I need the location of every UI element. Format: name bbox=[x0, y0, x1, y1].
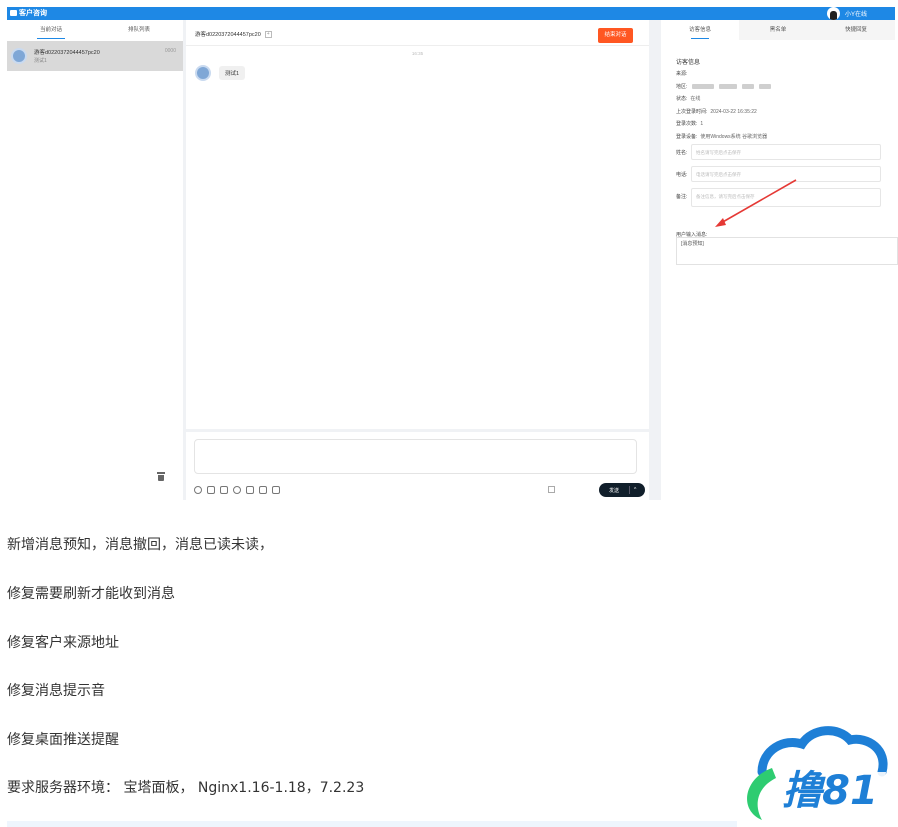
chat-panel: 游客d0220372044457pc20 + 结束对话 16:35 测试1 bbox=[186, 20, 649, 429]
conversation-visitor-name: 游客d0220372044457pc20 bbox=[34, 50, 100, 56]
site-logo: 撸81 bbox=[747, 726, 888, 820]
trash-lid bbox=[157, 472, 165, 474]
link-icon[interactable] bbox=[246, 486, 254, 494]
star-icon[interactable] bbox=[259, 486, 267, 494]
chat-visitor-name-text: 游客d0220372044457pc20 bbox=[195, 32, 261, 38]
changelog-line: 修复客户来源地址 bbox=[7, 635, 119, 651]
chat-app-window: 客户咨询 小Y在线 当前对话 排队列表 游客d0220372044457pc20… bbox=[7, 7, 898, 500]
trash-can bbox=[158, 475, 164, 481]
conversation-time: 0000 bbox=[164, 48, 176, 54]
chat-visitor-name: 游客d0220372044457pc20 + bbox=[195, 30, 272, 39]
user-input-preview: [消息预知] bbox=[676, 237, 898, 265]
screenshot-icon[interactable] bbox=[548, 486, 555, 493]
emoji-icon[interactable] bbox=[194, 486, 202, 494]
visitor-avatar bbox=[11, 48, 27, 64]
server-requirements: 要求服务器环境： 宝塔面板， Nginx1.16-1.18，7.2.23 bbox=[7, 780, 365, 796]
message-input[interactable] bbox=[194, 439, 637, 474]
image-icon[interactable] bbox=[207, 486, 215, 494]
add-icon[interactable]: + bbox=[264, 31, 272, 39]
message-row: 测试1 bbox=[195, 65, 246, 81]
chat-bubble-icon bbox=[10, 10, 17, 17]
message-composer: 发送 ^ bbox=[186, 432, 649, 500]
agent-name: 小Y在线 bbox=[844, 12, 867, 18]
content-divider bbox=[7, 821, 737, 827]
app-title: 客户咨询 bbox=[10, 8, 47, 19]
logo-cloud bbox=[757, 726, 888, 777]
app-topbar: 客户咨询 小Y在线 bbox=[7, 7, 895, 20]
conversation-item[interactable]: 游客d0220372044457pc20 测试1 0000 bbox=[7, 41, 183, 71]
chat-header: 游客d0220372044457pc20 + 结束对话 bbox=[186, 20, 649, 46]
visitor-info-panel: 访客信息 黑名单 快捷回复 访客信息 来源: 地区: 状态: 在线 上次登录时间:… bbox=[661, 20, 898, 500]
chevron-up-icon[interactable]: ^ bbox=[634, 487, 636, 493]
file-upload-icon[interactable] bbox=[220, 486, 228, 494]
arrow-shaft bbox=[720, 179, 797, 224]
message-bubble: 测试1 bbox=[219, 66, 246, 80]
changelog-line: 修复需要刷新才能收到消息 bbox=[7, 586, 175, 602]
conversation-list-panel: 当前对话 排队列表 游客d0220372044457pc20 测试1 0000 bbox=[7, 20, 183, 500]
send-label: 发送 bbox=[608, 487, 619, 494]
send-divider bbox=[629, 486, 630, 494]
trash-icon[interactable] bbox=[157, 472, 165, 481]
app-title-text: 客户咨询 bbox=[19, 10, 47, 17]
logo-text: 撸81 bbox=[782, 768, 878, 814]
send-button[interactable]: 发送 ^ bbox=[599, 483, 645, 497]
composer-toolbar bbox=[194, 486, 280, 494]
message-timestamp: 16:35 bbox=[411, 51, 424, 56]
book-icon[interactable] bbox=[272, 486, 280, 494]
changelog-line: 修复消息提示音 bbox=[7, 683, 105, 699]
tab-current-conversations[interactable]: 当前对话 bbox=[7, 20, 95, 40]
arrow-head bbox=[715, 218, 726, 227]
changelog-line: 修复桌面推送提醒 bbox=[7, 732, 119, 748]
agent-profile[interactable]: 小Y在线 bbox=[826, 7, 867, 20]
visitor-avatar bbox=[195, 65, 211, 81]
minus-circle-icon[interactable] bbox=[233, 486, 241, 494]
logo-swoosh bbox=[747, 768, 776, 820]
changelog-line: 新增消息预知，消息撤回，消息已读未读， bbox=[7, 537, 273, 553]
agent-avatar[interactable] bbox=[826, 7, 840, 20]
conversation-preview: 测试1 bbox=[34, 58, 47, 64]
conversation-tabs: 当前对话 排队列表 bbox=[7, 20, 183, 40]
end-conversation-button[interactable]: 结束对话 bbox=[598, 28, 633, 43]
tab-queue-list[interactable]: 排队列表 bbox=[95, 20, 183, 40]
